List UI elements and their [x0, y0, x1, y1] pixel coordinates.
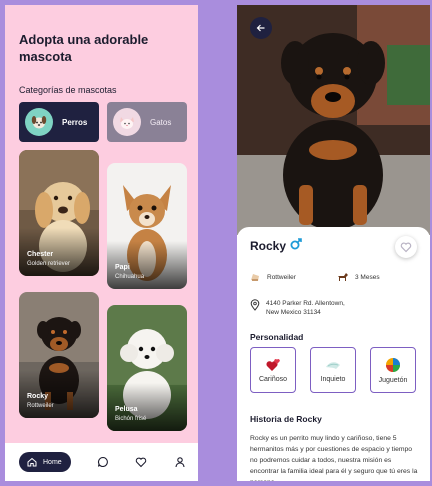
- home-screen: Adopta una adorable mascota Categorías d…: [5, 5, 198, 481]
- pet-breed: Chihuahua: [115, 274, 145, 280]
- nav-home-button[interactable]: Home: [19, 452, 71, 472]
- category-dogs-button[interactable]: Perros: [19, 102, 99, 142]
- arrow-left-icon: [256, 24, 265, 32]
- breed-icon: [251, 274, 259, 281]
- nav-home-label: Home: [43, 458, 62, 466]
- breed-info: Rottweiler: [250, 272, 296, 282]
- category-dogs-label: Perros: [62, 117, 88, 127]
- age-text: 3 Meses: [355, 273, 380, 281]
- location-pin-icon: [250, 299, 260, 311]
- pet-breed: Bichón frisé: [115, 416, 147, 422]
- hero-photo: [237, 5, 430, 235]
- pet-breed: Golden retriever: [27, 261, 71, 267]
- pet-name: Rocky: [27, 393, 49, 400]
- categories-heading: Categorías de mascotas: [19, 85, 117, 95]
- dog-age-icon: [338, 273, 348, 281]
- back-button[interactable]: [250, 17, 272, 39]
- story-text: Rocky es un perrito muy lindo y cariñoso…: [250, 435, 418, 481]
- trait-playful: Juguetón: [370, 347, 416, 393]
- hearts-icon: [266, 359, 280, 371]
- pet-card-rocky[interactable]: Rocky Rottweiler: [19, 292, 99, 418]
- trait-label: Juguetón: [378, 377, 408, 384]
- trait-label: Cariñoso: [258, 376, 287, 383]
- chat-icon[interactable]: [95, 454, 111, 470]
- pet-name: Pelusa: [115, 406, 138, 413]
- breed-text: Rottweiler: [267, 273, 296, 281]
- pet-card-chester[interactable]: Chester Golden retriever: [19, 150, 99, 276]
- pet-name: Chester: [27, 251, 54, 258]
- pet-card-papi[interactable]: Papi Chihuahua: [107, 163, 187, 289]
- heart-outline-icon: [400, 242, 412, 253]
- bottom-nav: Home: [5, 443, 198, 481]
- trait-label: Inquieto: [320, 376, 346, 383]
- address-line-1: 4140 Parker Rd. Allentown,: [266, 300, 345, 307]
- detail-sheet: Rocky Rottweiler 3 Meses 4140 Parker Rd.…: [237, 227, 430, 481]
- story-heading: Historia de Rocky: [250, 414, 322, 424]
- male-gender-icon: [290, 238, 302, 250]
- pet-name: Papi: [115, 264, 130, 271]
- cat-icon: [113, 108, 141, 136]
- age-info: 3 Meses: [337, 272, 380, 282]
- dog-icon: [25, 108, 53, 136]
- favorite-button[interactable]: [395, 236, 417, 258]
- category-cats-label: Gatos: [150, 117, 172, 127]
- heart-icon[interactable]: [133, 454, 149, 470]
- trait-restless: Inquieto: [310, 347, 356, 393]
- address-info: 4140 Parker Rd. Allentown, New Mexico 31…: [250, 299, 345, 317]
- home-icon: [27, 457, 37, 467]
- detail-screen: Rocky Rottweiler 3 Meses 4140 Parker Rd.…: [237, 5, 430, 481]
- pet-card-pelusa[interactable]: Pelusa Bichón frisé: [107, 305, 187, 431]
- personality-heading: Personalidad: [250, 332, 304, 342]
- ball-icon: [386, 358, 400, 372]
- pet-breed: Rottweiler: [27, 403, 54, 409]
- trait-affectionate: Cariñoso: [250, 347, 296, 393]
- page-title: Adopta una adorable mascota: [19, 32, 149, 64]
- address-line-2: New Mexico 31134: [266, 309, 321, 316]
- wind-icon: [326, 362, 340, 369]
- pet-name-title: Rocky: [250, 239, 287, 253]
- category-cats-button[interactable]: Gatos: [107, 102, 187, 142]
- user-icon[interactable]: [172, 454, 188, 470]
